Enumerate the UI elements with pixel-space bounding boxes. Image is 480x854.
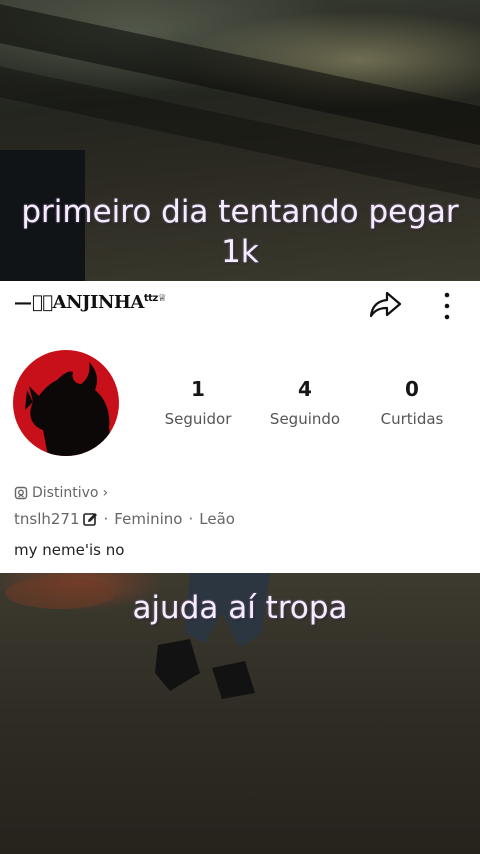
profile-handle[interactable]: tnslh271 — [14, 510, 80, 528]
stat-following-label: Seguindo — [269, 410, 341, 428]
chevron-right-icon: › — [102, 485, 109, 501]
separator: · — [188, 510, 194, 528]
stat-followers[interactable]: 1 Seguidor — [148, 376, 248, 428]
username-text: —⃥★ANJINHA — [14, 292, 144, 313]
caption-top: primeiro dia tentando pegar 1k — [21, 194, 459, 270]
stat-likes-value: 0 — [405, 377, 419, 401]
share-arrow-icon — [369, 291, 402, 318]
profile-gender: Feminino — [114, 510, 183, 528]
stat-following[interactable]: 4 Seguindo — [255, 376, 355, 428]
separator: · — [103, 510, 109, 528]
profile-bio: my neme'is no — [14, 541, 125, 559]
stat-likes[interactable]: 0 Curtidas — [362, 376, 462, 428]
badge-link[interactable]: Distintivo › — [14, 485, 108, 501]
caption-bottom: ajuda aí tropa — [132, 590, 348, 626]
stat-followers-value: 1 — [191, 377, 205, 401]
avatar[interactable] — [13, 350, 119, 456]
edit-icon[interactable] — [82, 512, 98, 527]
avatar-silhouette — [25, 362, 113, 456]
more-options-button[interactable] — [436, 290, 458, 322]
profile-username: —⃥★ANJINHAttz♕ — [14, 292, 167, 313]
profile-sign: Leão — [199, 510, 235, 528]
username-suffix: ttz♕ — [143, 293, 167, 304]
stat-followers-label: Seguidor — [164, 410, 232, 428]
profile-info-line: tnslh271 · Feminino · Leão — [14, 510, 235, 528]
more-vertical-icon — [444, 292, 450, 320]
stat-following-value: 4 — [298, 377, 312, 401]
share-button[interactable] — [367, 289, 403, 321]
badge-label: Distintivo — [32, 485, 99, 501]
badge-icon — [14, 486, 28, 500]
stat-likes-label: Curtidas — [380, 410, 444, 428]
